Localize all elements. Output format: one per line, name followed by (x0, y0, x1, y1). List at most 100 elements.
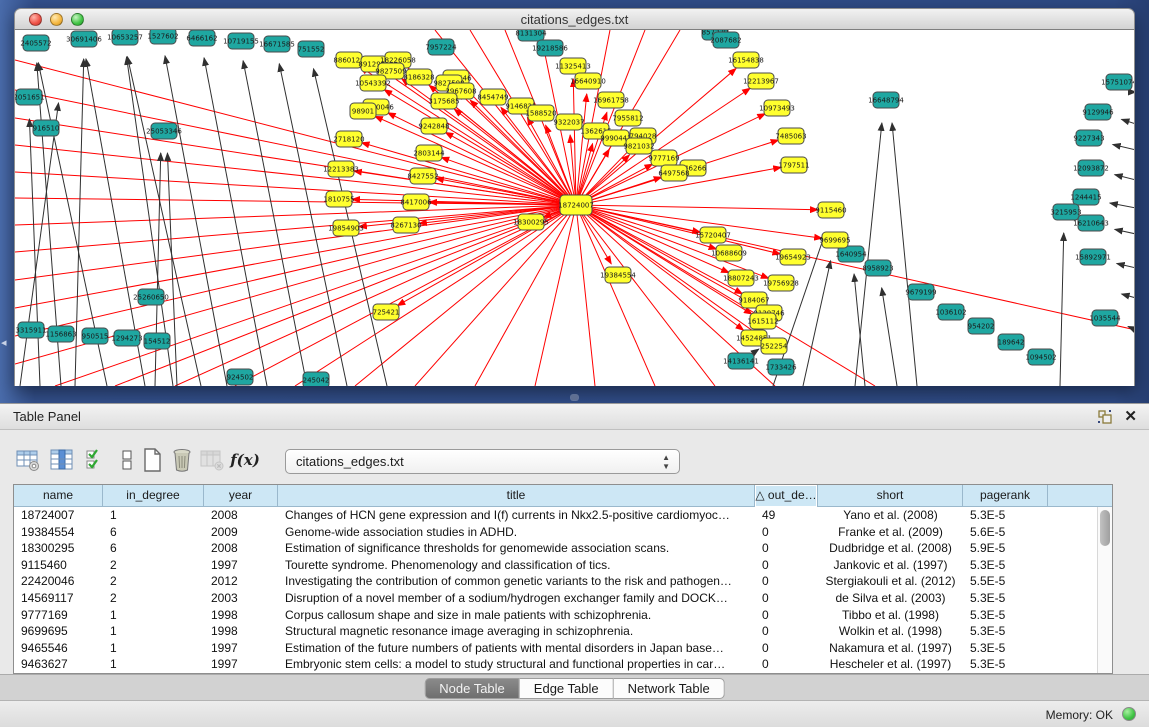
graph-node[interactable]: 3175685 (428, 93, 459, 109)
graph-node[interactable]: 3315911 (15, 322, 46, 338)
graph-node[interactable]: 2803144 (413, 145, 445, 161)
tab-edge-table[interactable]: Edge Table (520, 678, 614, 699)
split-pane-handle[interactable] (571, 395, 578, 400)
graph-node[interactable]: 6466162 (186, 30, 217, 46)
graph-node[interactable]: 7957224 (425, 39, 457, 55)
graph-node[interactable]: 1035544 (1089, 310, 1121, 326)
graph-node[interactable]: 8958923 (862, 260, 893, 276)
graph-node[interactable]: 19654923 (775, 249, 811, 265)
graph-node[interactable]: 8427552 (407, 168, 438, 184)
graph-node[interactable]: 245042 (303, 372, 330, 386)
graph-node[interactable]: 8186328 (403, 69, 434, 85)
show-column-icon[interactable] (48, 446, 76, 474)
graph-node[interactable]: 3215953 (1050, 204, 1081, 220)
column-header-pagerank[interactable]: pagerank (963, 485, 1048, 507)
float-window-icon[interactable] (1097, 409, 1113, 425)
column-header-short[interactable]: short (818, 485, 963, 507)
graph-node[interactable]: 154512 (144, 333, 171, 349)
scrollbar-thumb[interactable] (1100, 510, 1110, 546)
close-panel-icon[interactable]: ✕ (1124, 407, 1137, 425)
graph-node[interactable]: 12093872 (1073, 160, 1109, 176)
table-vertical-scrollbar[interactable] (1097, 507, 1112, 673)
tab-network-table[interactable]: Network Table (614, 678, 725, 699)
graph-node[interactable]: 8131304 (515, 30, 547, 41)
graph-node[interactable]: 19218586 (532, 40, 568, 56)
graph-node[interactable]: 16640910 (570, 73, 606, 89)
network-canvas[interactable]: 2405572 30691406 10653257 1527602 6466162 107… (14, 30, 1135, 386)
delete-rows-icon[interactable] (168, 446, 196, 474)
table-row[interactable]: 2242004622012Investigating the contribut… (14, 573, 1112, 590)
graph-node[interactable]: 18300295 (513, 214, 549, 230)
graph-node[interactable]: 16671585 (259, 36, 295, 52)
graph-node[interactable]: 15751074 (1101, 74, 1135, 90)
graph-node[interactable]: 10973493 (759, 100, 795, 116)
graph-node[interactable]: 19756928 (763, 275, 799, 291)
graph-node[interactable]: 19384554 (600, 267, 636, 283)
graph-node[interactable]: 751552 (298, 41, 325, 57)
graph-node[interactable]: 1527602 (147, 30, 178, 44)
graph-node[interactable]: 7955812 (612, 110, 643, 126)
graph-node[interactable]: 19854903 (328, 220, 364, 236)
table-row[interactable]: 1830029562008Estimation of significance … (14, 540, 1112, 557)
graph-node[interactable]: 25260650 (133, 289, 169, 305)
table-row[interactable]: 911546021997Tourette syndrome. Phenomeno… (14, 557, 1112, 574)
graph-node[interactable]: 8454749 (477, 89, 508, 105)
table-row[interactable]: 1872400712008Changes of HCN gene express… (14, 507, 1112, 524)
graph-node[interactable]: 9242848 (418, 118, 449, 134)
table-selector-dropdown[interactable]: citations_edges.txt ▲▼ (285, 449, 680, 474)
graph-node[interactable]: 2087682 (710, 32, 741, 48)
graph-node[interactable]: 98901 (350, 103, 376, 119)
table-row[interactable]: 1456911722003Disruption of a novel membe… (14, 590, 1112, 607)
function-icon[interactable]: f(x) (231, 446, 259, 474)
column-header-name[interactable]: name (14, 485, 103, 507)
graph-node[interactable]: 725421 (373, 304, 400, 320)
column-header-in_degree[interactable]: in_degree (103, 485, 204, 507)
graph-node[interactable]: 189642 (998, 334, 1025, 350)
row-height-icon[interactable] (113, 446, 141, 474)
graph-node[interactable]: 954202 (968, 318, 995, 334)
graph-node[interactable]: 1588520 (525, 105, 556, 121)
graph-node[interactable]: 9227343 (1073, 130, 1104, 146)
graph-node[interactable]: 6497568 (658, 165, 689, 181)
graph-node[interactable]: 9679199 (905, 284, 936, 300)
graph-node[interactable]: 1615112 (747, 313, 778, 329)
table-row[interactable]: 977716911998Corpus callosum shape and si… (14, 607, 1112, 624)
graph-node[interactable]: 8267130 (390, 217, 421, 233)
graph-node[interactable]: 15720407 (695, 227, 731, 243)
graph-node[interactable]: 18724007 (558, 195, 594, 215)
graph-node[interactable]: 16210643 (1073, 215, 1109, 231)
graph-node[interactable]: 25053346 (146, 123, 182, 139)
graph-node[interactable]: 2051651 (15, 89, 45, 105)
graph-node[interactable]: 1244415 (1070, 189, 1101, 205)
graph-node[interactable]: 9322037 (553, 114, 584, 130)
graph-node[interactable]: 916510 (33, 120, 60, 136)
tab-node-table[interactable]: Node Table (424, 678, 520, 699)
graph-node[interactable]: 15892971 (1075, 249, 1111, 265)
column-header-year[interactable]: year (204, 485, 278, 507)
graph-node[interactable]: 14136141 (723, 353, 759, 369)
graph-node[interactable]: 16961758 (593, 92, 629, 108)
graph-node[interactable]: 1294273 (111, 330, 142, 346)
graph-node[interactable]: 1156863 (45, 326, 76, 342)
column-header-title[interactable]: title (278, 485, 755, 507)
graph-node[interactable]: 2718120 (333, 131, 364, 147)
graph-node[interactable]: 9699695 (819, 232, 850, 248)
column-header-out_de[interactable]: △ out_de… (755, 485, 818, 507)
table-row[interactable]: 946362711997Embryonic stem cells: a mode… (14, 656, 1112, 673)
graph-node[interactable]: 7485063 (775, 128, 806, 144)
select-all-rows-icon[interactable] (82, 446, 110, 474)
graph-node[interactable]: 30691406 (66, 31, 102, 47)
graph-node[interactable]: 12213383 (323, 161, 359, 177)
graph-node[interactable]: 2405572 (20, 35, 51, 51)
graph-node[interactable]: 10719155 (223, 33, 259, 49)
graph-node[interactable]: 16648794 (868, 92, 904, 108)
panel-collapse-arrow-icon[interactable]: ◂ (1, 338, 7, 349)
graph-node[interactable]: 8417006 (400, 194, 432, 210)
network-window-titlebar[interactable]: citations_edges.txt (14, 8, 1135, 30)
graph-node[interactable]: 10653257 (107, 30, 143, 45)
table-row[interactable]: 969969511998Structural magnetic resonanc… (14, 623, 1112, 640)
graph-node[interactable]: 18807243 (723, 270, 759, 286)
graph-node[interactable]: 10543392 (355, 75, 391, 91)
graph-node[interactable]: 11325413 (555, 58, 591, 74)
delete-table-icon[interactable] (198, 446, 226, 474)
